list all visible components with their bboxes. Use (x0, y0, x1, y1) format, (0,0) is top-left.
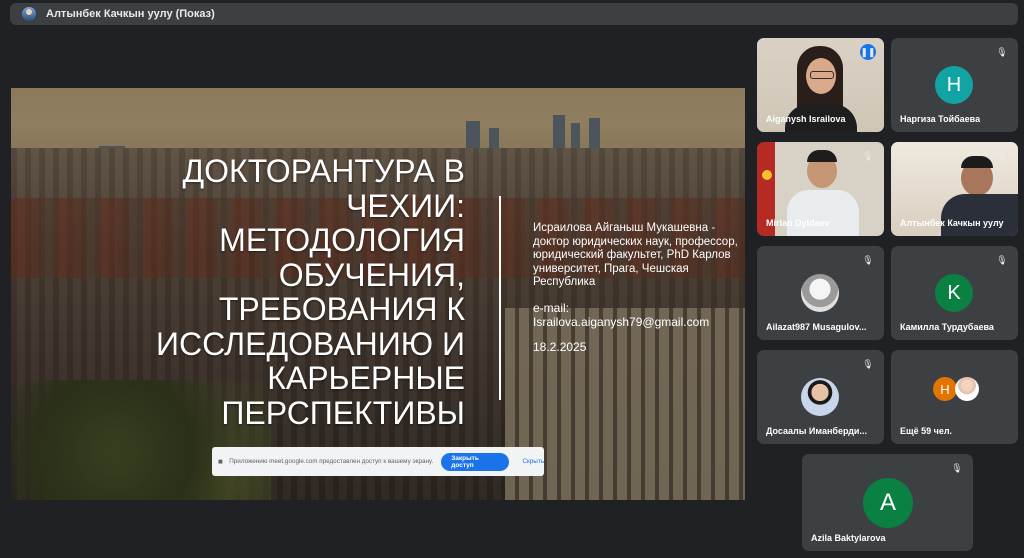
participant-avatar: H (935, 66, 973, 104)
mic-off-icon: 🎙 (951, 462, 963, 473)
presenting-bar[interactable]: Алтынбек Качкын уулу (Показ) (10, 3, 1018, 25)
participant-name: Алтынбек Качкын уулу (900, 218, 1004, 228)
participant-avatar (801, 274, 839, 312)
participant-avatar: A (863, 478, 913, 528)
hide-bar-button[interactable]: Скрыть (523, 458, 545, 465)
participant-tile[interactable]: ❚❚ Aiganysh Israilova (757, 38, 884, 132)
participant-name: Ailazat987 Musagulov... (766, 322, 867, 332)
participant-avatar (801, 378, 839, 416)
author-description: Исраилова Айганыш Мукашевна - доктор юри… (533, 222, 738, 289)
participant-tile[interactable]: H 🎙 Наргиза Тойбаева (891, 38, 1018, 132)
mic-off-icon: 🎙 (862, 254, 874, 265)
slide-author-info: Исраилова Айганыш Мукашевна - доктор юри… (533, 222, 738, 355)
participant-tile[interactable]: 🎙 Досаалы Иманберди... (757, 350, 884, 444)
mic-off-icon: 🎙 (862, 150, 874, 161)
participant-avatar (955, 377, 979, 401)
participant-name: Досаалы Иманберди... (766, 426, 867, 436)
participant-tile[interactable]: 🎙 Алтынбек Качкын уулу (891, 142, 1018, 236)
slide-divider (499, 196, 501, 400)
presenting-title: Алтынбек Качкын уулу (Показ) (46, 8, 215, 20)
mic-off-icon: 🎙 (996, 150, 1008, 161)
participant-tile[interactable]: A 🎙 Azila Baktylarova (802, 454, 973, 551)
stop-sharing-button[interactable]: Закрыть доступ (441, 452, 509, 471)
participant-tile[interactable]: 🎙 Mirlan Dyldaev (757, 142, 884, 236)
participant-name: Камилла Турдубаева (900, 322, 994, 332)
participant-tile[interactable]: K 🎙 Камилла Турдубаева (891, 246, 1018, 340)
more-participants-avatars: H (933, 377, 979, 401)
participant-name: Наргиза Тойбаева (900, 114, 981, 124)
mic-off-icon: 🎙 (862, 358, 874, 369)
email-label: e-mail: (533, 300, 570, 315)
more-participants-tile[interactable]: H Ещё 59 чел. (891, 350, 1018, 444)
mic-off-icon: 🎙 (996, 46, 1008, 57)
shared-screen: ДОКТОРАНТУРА В ЧЕХИИ: МЕТОДОЛОГИЯ ОБУЧЕН… (11, 88, 745, 500)
share-indicator-icon: ■ (218, 456, 223, 466)
participant-avatar: K (935, 274, 973, 312)
participant-name: Azila Baktylarova (811, 533, 886, 543)
more-participants-label: Ещё 59 чел. (900, 426, 953, 436)
participant-name: Aiganysh Israilova (766, 114, 846, 124)
participant-avatar: H (933, 377, 957, 401)
presenter-avatar (22, 7, 36, 21)
permission-message: Приложению meet.google.com предоставлен … (229, 458, 434, 465)
participant-tile[interactable]: 🎙 Ailazat987 Musagulov... (757, 246, 884, 340)
screen-share-permission-bar: ■ Приложению meet.google.com предоставле… (212, 447, 544, 476)
slide-title: ДОКТОРАНТУРА В ЧЕХИИ: МЕТОДОЛОГИЯ ОБУЧЕН… (155, 153, 465, 431)
participant-name: Mirlan Dyldaev (766, 218, 830, 228)
audio-wave-icon: ❚❚ (860, 44, 876, 60)
mic-off-icon: 🎙 (996, 254, 1008, 265)
email-value: Israilova.aiganysh79@gmail.com (533, 314, 710, 329)
slide-date: 18.2.2025 (533, 340, 587, 355)
